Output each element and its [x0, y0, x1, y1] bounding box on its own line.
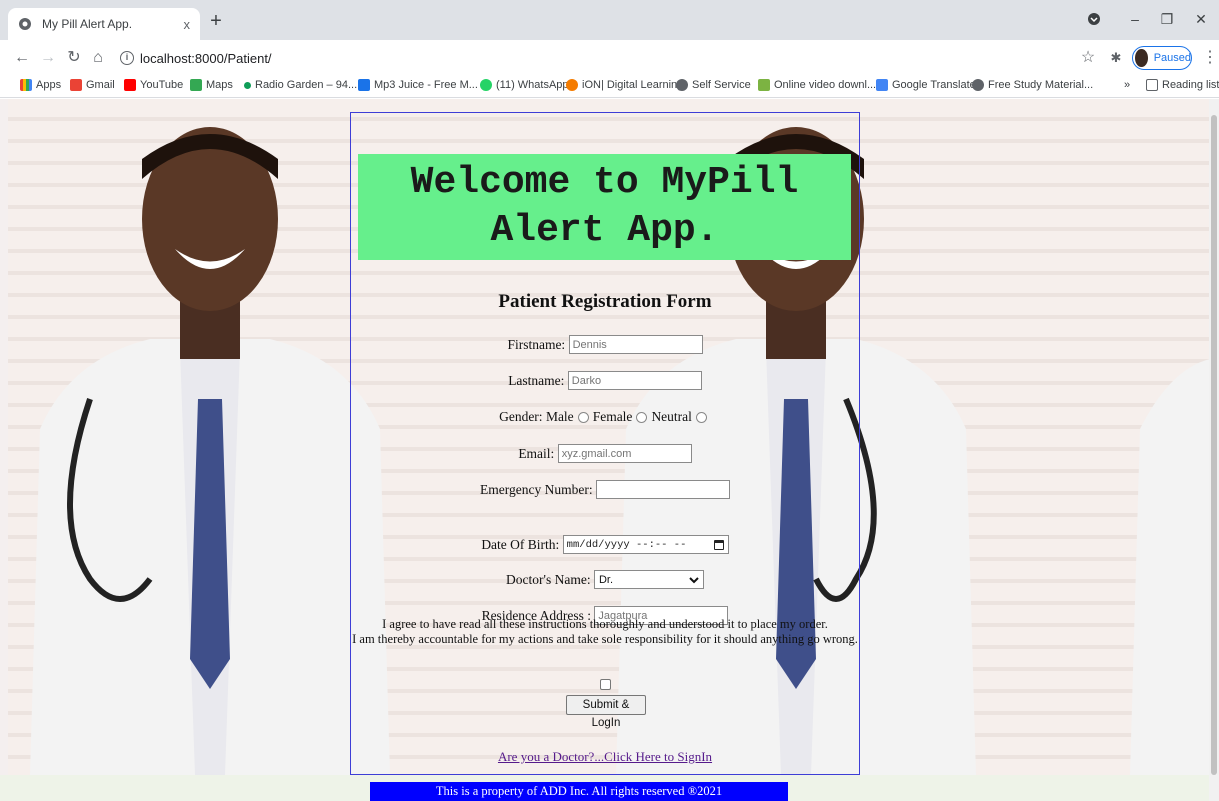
lastname-row: Lastname: [350, 371, 860, 390]
scrollbar-thumb[interactable] [1211, 115, 1217, 775]
email-label: Email: [518, 445, 555, 461]
bookmark-item[interactable]: Free Study Material... [972, 79, 1093, 91]
forward-icon[interactable]: → [36, 46, 60, 70]
emergency-number-input[interactable] [595, 480, 730, 499]
whatsapp-icon [480, 79, 492, 91]
bookmark-item[interactable]: Online video downl... [758, 79, 876, 91]
emergency-number-label: Emergency Number: [480, 481, 593, 497]
firstname-input[interactable] [568, 335, 703, 354]
gender-female-radio[interactable] [636, 411, 648, 423]
home-icon[interactable]: ⌂ [86, 46, 110, 70]
form-title: Patient Registration Form [498, 291, 712, 312]
bookmark-item[interactable]: Radio Garden – 94.... [244, 79, 360, 91]
bookmark-item[interactable]: Apps [20, 79, 61, 91]
url-text: localhost:8000/Patient/ [140, 50, 272, 66]
agree-checkbox[interactable] [600, 679, 611, 690]
bookmark-item[interactable]: (11) WhatsApp [480, 79, 569, 91]
email-row: Email: [350, 444, 860, 463]
leaf-icon [758, 79, 770, 91]
bookmark-item[interactable]: Mp3 Juice - Free M... [358, 79, 478, 91]
extensions-icon[interactable]: ✱ [1104, 46, 1128, 70]
bookmark-item[interactable]: YouTube [124, 79, 183, 91]
welcome-banner: Welcome to MyPill Alert App. [358, 154, 851, 260]
page-viewport: Welcome to MyPill Alert App. Patient Reg… [0, 99, 1219, 801]
doctor-name-label: Doctor's Name: [506, 571, 591, 587]
firstname-label: Firstname: [507, 336, 566, 352]
tab-title: My Pill Alert App. [42, 17, 133, 31]
profile-status: Paused [1153, 52, 1191, 64]
doctor-photo [1130, 359, 1210, 775]
submit-login-button[interactable]: Submit & LogIn [566, 695, 646, 729]
download-icon [358, 79, 370, 91]
bookmarks-bar: Apps Gmail YouTube Maps Radio Garden – 9… [0, 76, 1219, 98]
back-icon[interactable]: ← [10, 46, 34, 70]
browser-tab[interactable]: My Pill Alert App. x [8, 8, 200, 40]
gender-label: Gender: [499, 409, 543, 424]
doctor-row: Doctor's Name: Dr. [350, 570, 860, 589]
footer-copyright: This is a property of ADD Inc. All right… [370, 782, 788, 801]
new-tab-button[interactable]: + [204, 10, 228, 34]
gender-male-radio[interactable] [577, 411, 589, 423]
vertical-scrollbar[interactable] [1209, 99, 1219, 801]
doctor-name-value: Dr. [598, 573, 614, 586]
chevron-down-icon [689, 576, 699, 583]
gender-option-label: Female [592, 409, 633, 424]
page-title: Welcome to MyPill Alert App. [410, 161, 799, 252]
reload-icon[interactable]: ↻ [62, 46, 86, 70]
translate-icon [876, 79, 888, 91]
agreement-line: I agree to have read all these instructi… [382, 617, 828, 631]
agreement-text: I agree to have read all these instructi… [350, 617, 860, 647]
globe-dot-icon [244, 81, 251, 89]
menu-icon[interactable]: ⋮ [1198, 46, 1219, 70]
bookmark-item[interactable]: Google Translate [876, 79, 976, 91]
globe-icon [972, 79, 984, 91]
power-icon [566, 79, 578, 91]
dob-input[interactable]: mm/dd/yyyy --:-- -- [562, 535, 729, 554]
doctor-name-select[interactable]: Dr. [593, 570, 704, 589]
gender-row: Gender: Male Female Neutral [350, 409, 860, 425]
email-input[interactable] [557, 444, 692, 463]
emergency-row: Emergency Number: [350, 480, 860, 499]
firstname-row: Firstname: [350, 335, 860, 354]
bookmarks-overflow-icon[interactable]: » [1124, 79, 1130, 91]
lastname-input[interactable] [567, 371, 702, 390]
youtube-icon [124, 79, 136, 91]
dob-row: Date Of Birth: mm/dd/yyyy --:-- -- [350, 535, 860, 554]
info-icon[interactable]: i [120, 51, 134, 65]
apps-grid-icon [20, 79, 32, 91]
minimize-icon[interactable]: – [1120, 8, 1150, 30]
gender-option-label: Neutral [651, 409, 692, 424]
dob-label: Date Of Birth: [481, 536, 560, 552]
bookmark-item[interactable]: Self Service [676, 79, 751, 91]
star-icon[interactable]: ☆ [1076, 46, 1100, 70]
bookmark-item[interactable]: iON| Digital Learning [566, 79, 683, 91]
profile-button[interactable]: Paused [1132, 46, 1192, 70]
bookmark-item[interactable]: Maps [190, 79, 233, 91]
bookmark-item[interactable]: Gmail [70, 79, 115, 91]
tab-close-icon[interactable]: x [184, 17, 191, 32]
avatar [1135, 49, 1148, 67]
close-window-icon[interactable]: ✕ [1186, 8, 1216, 30]
agreement-line: I am thereby accountable for my actions … [352, 632, 858, 646]
profile-menu-icon[interactable] [1087, 12, 1101, 26]
tab-strip: My Pill Alert App. x + – ❐ ✕ [0, 0, 1219, 40]
globe-icon [19, 18, 31, 30]
gender-option-label: Male [545, 409, 574, 424]
globe-icon [676, 79, 688, 91]
doctor-signin-link[interactable]: Are you a Doctor?...Click Here to SignIn [350, 749, 860, 765]
calendar-icon[interactable] [713, 539, 724, 550]
maps-icon [190, 79, 202, 91]
address-bar[interactable]: i localhost:8000/Patient/ [110, 44, 1100, 72]
doctor-photo [30, 127, 390, 775]
reading-list-button[interactable]: Reading list [1146, 79, 1219, 91]
gender-neutral-radio[interactable] [695, 411, 707, 423]
gmail-icon [70, 79, 82, 91]
dob-value: mm/dd/yyyy --:-- -- [566, 538, 687, 551]
lastname-label: Lastname: [508, 372, 565, 388]
reading-list-icon [1146, 79, 1158, 91]
browser-toolbar: ← → ↻ ⌂ i localhost:8000/Patient/ ☆ ✱ ⋮ [0, 40, 1219, 76]
restore-icon[interactable]: ❐ [1152, 8, 1182, 30]
